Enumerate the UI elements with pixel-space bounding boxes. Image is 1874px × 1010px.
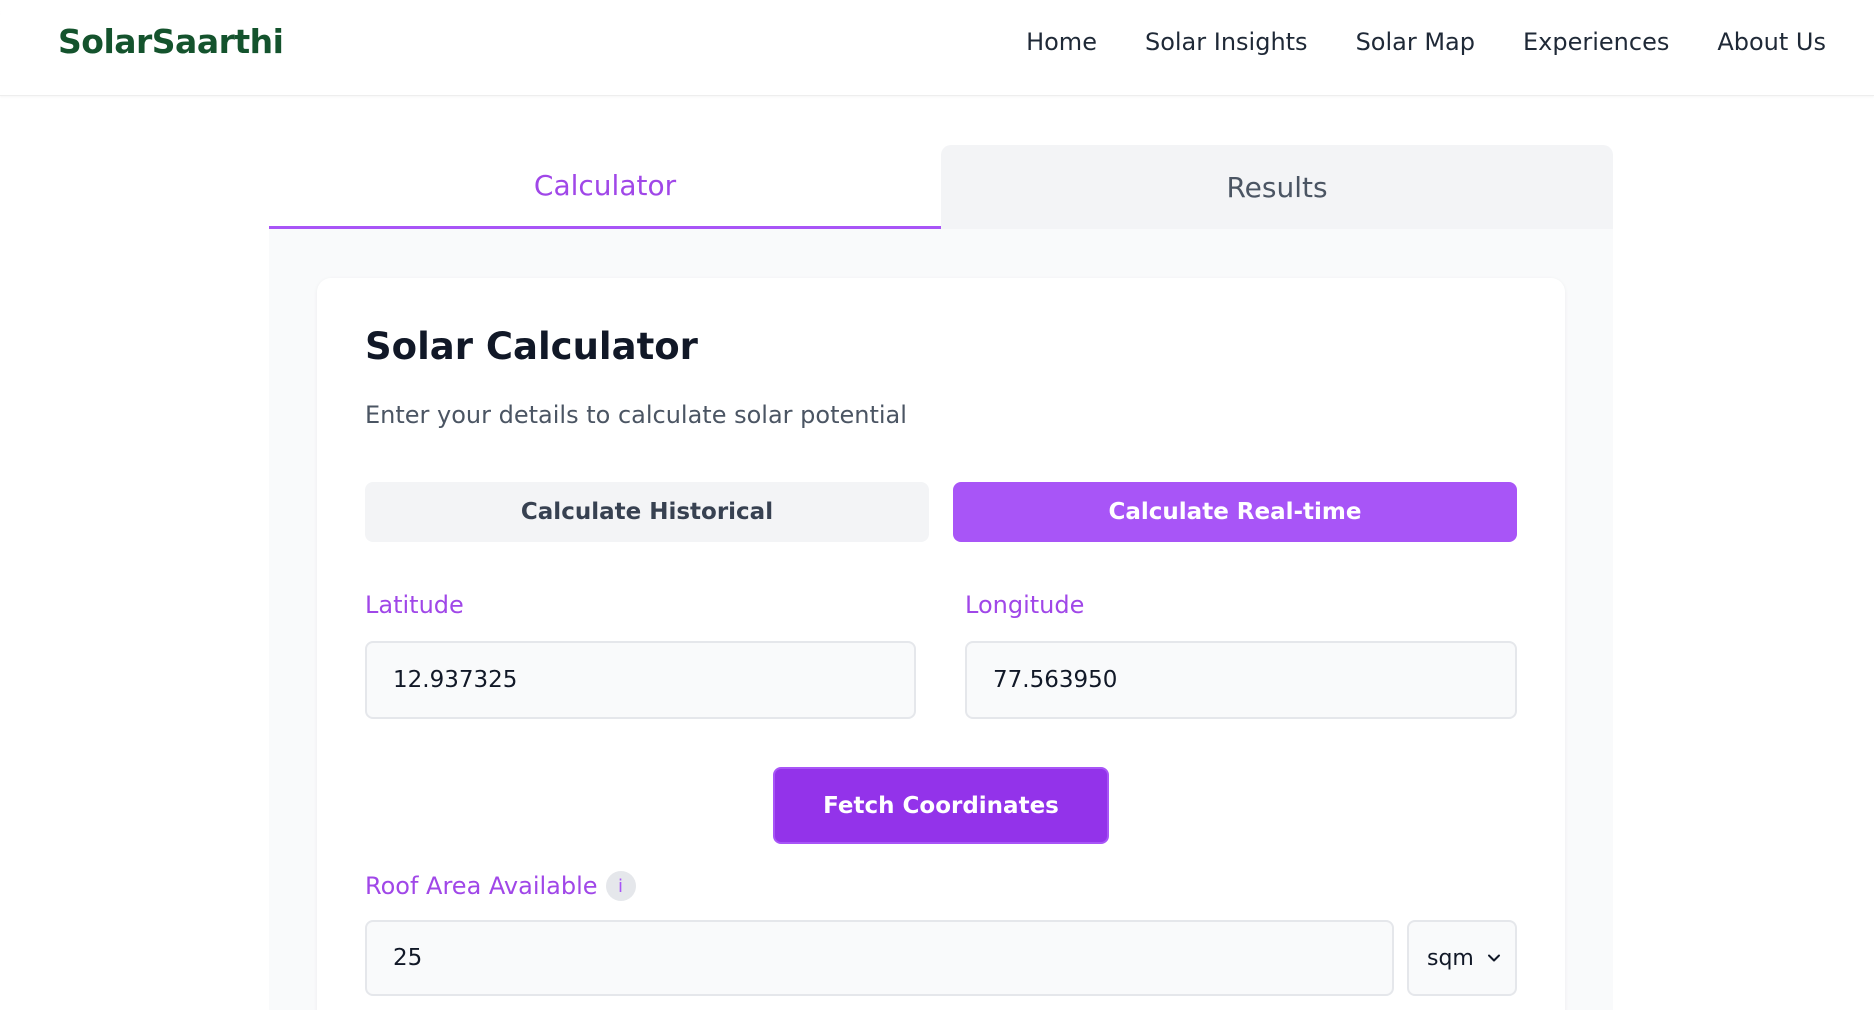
chevron-down-icon: [1488, 954, 1500, 962]
brand-logo[interactable]: SolarSaarthi: [58, 22, 284, 61]
nav-links: Home Solar Insights Solar Map Experience…: [1026, 28, 1826, 56]
roof-area-unit-select[interactable]: sqm: [1407, 920, 1517, 996]
nav-solar-map[interactable]: Solar Map: [1356, 28, 1475, 56]
page-title: Solar Calculator: [365, 325, 698, 368]
roof-area-input[interactable]: [365, 920, 1394, 996]
tab-results[interactable]: Results: [941, 145, 1613, 229]
fetch-coordinates-button[interactable]: Fetch Coordinates: [773, 767, 1109, 844]
tab-calculator[interactable]: Calculator: [269, 145, 941, 229]
info-icon[interactable]: i: [605, 871, 636, 901]
calculate-historical-button[interactable]: Calculate Historical: [365, 482, 929, 542]
top-navbar: SolarSaarthi Home Solar Insights Solar M…: [0, 0, 1874, 96]
nav-solar-insights[interactable]: Solar Insights: [1145, 28, 1308, 56]
page-subtitle: Enter your details to calculate solar po…: [365, 401, 907, 429]
longitude-label: Longitude: [965, 591, 1085, 619]
nav-home[interactable]: Home: [1026, 28, 1097, 56]
roof-area-label-row: Roof Area Available i: [365, 871, 636, 901]
latitude-input[interactable]: [365, 641, 916, 719]
app-window: SolarSaarthi Home Solar Insights Solar M…: [0, 0, 1874, 1010]
calculate-realtime-button[interactable]: Calculate Real-time: [953, 482, 1517, 542]
roof-area-label: Roof Area Available: [365, 872, 598, 900]
nav-experiences[interactable]: Experiences: [1523, 28, 1669, 56]
tab-bar: Calculator Results: [269, 145, 1613, 229]
latitude-label: Latitude: [365, 591, 464, 619]
nav-about-us[interactable]: About Us: [1717, 28, 1826, 56]
longitude-input[interactable]: [965, 641, 1517, 719]
unit-select-value: sqm: [1427, 945, 1474, 971]
